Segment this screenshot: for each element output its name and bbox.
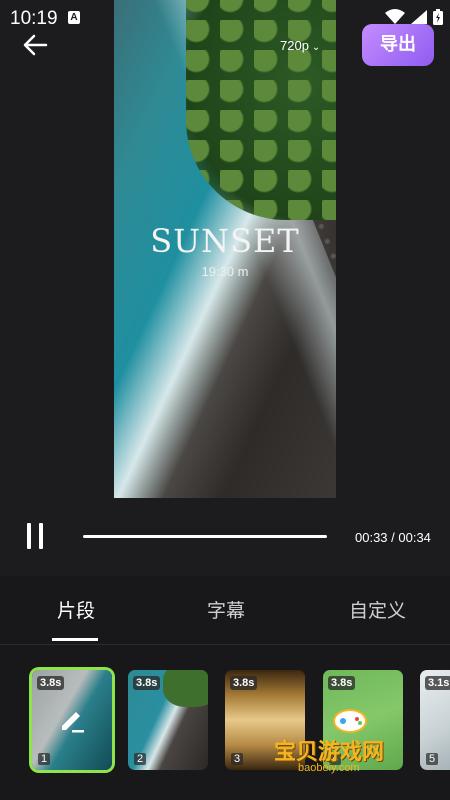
chevron-down-icon: ⌄ xyxy=(311,42,321,53)
back-arrow-icon xyxy=(23,34,48,56)
clip-index: 2 xyxy=(134,753,147,765)
preview-trees xyxy=(186,0,336,220)
clip-index: 1 xyxy=(38,753,51,765)
resolution-selector[interactable]: 720p ⌄ xyxy=(280,38,320,53)
pause-bar-left xyxy=(27,523,31,549)
overlay-title: SUNSET xyxy=(150,222,300,260)
clip-duration: 3.8s xyxy=(37,676,65,690)
clip-tree-shape xyxy=(163,670,208,707)
tab-subtitles[interactable]: 字幕 xyxy=(207,596,245,623)
export-button[interactable]: 导出 xyxy=(362,24,434,66)
pause-bar-right xyxy=(39,523,43,549)
clip-thumbnail-2[interactable]: 3.8s 2 xyxy=(128,670,208,770)
clip-duration: 3.8s xyxy=(133,676,161,690)
watermark-gamepad-icon xyxy=(333,709,367,733)
status-time: 10:19 xyxy=(10,8,58,29)
clip-duration: 3.8s xyxy=(328,676,356,690)
clip-index: 3 xyxy=(231,753,244,765)
clip-duration: 3.1s xyxy=(425,676,450,690)
video-preview[interactable]: SUNSET 19:30 m xyxy=(114,0,336,498)
back-button[interactable] xyxy=(20,30,50,60)
overlay-subtitle: 19:30 m xyxy=(201,264,249,279)
active-tab-indicator xyxy=(52,638,98,641)
watermark-url: baobeiy.com xyxy=(298,762,360,774)
edit-pencil-icon[interactable] xyxy=(56,704,88,736)
progress-bar[interactable] xyxy=(83,535,327,538)
time-display: 00:33 / 00:34 xyxy=(355,530,431,545)
watermark: 宝贝游戏网 baobeiy.com xyxy=(274,704,450,782)
clip-duration: 3.8s xyxy=(230,676,258,690)
tab-custom[interactable]: 自定义 xyxy=(349,596,406,623)
pause-button[interactable] xyxy=(25,523,45,549)
notification-icon: A xyxy=(68,11,80,24)
resolution-label: 720p xyxy=(280,38,309,53)
tabs-divider xyxy=(0,644,450,645)
clip-thumbnail-1[interactable]: 3.8s 1 xyxy=(32,670,112,770)
wifi-icon xyxy=(385,9,406,24)
tab-clips[interactable]: 片段 xyxy=(57,596,95,623)
signal-icon xyxy=(410,10,427,24)
battery-icon xyxy=(433,9,443,25)
